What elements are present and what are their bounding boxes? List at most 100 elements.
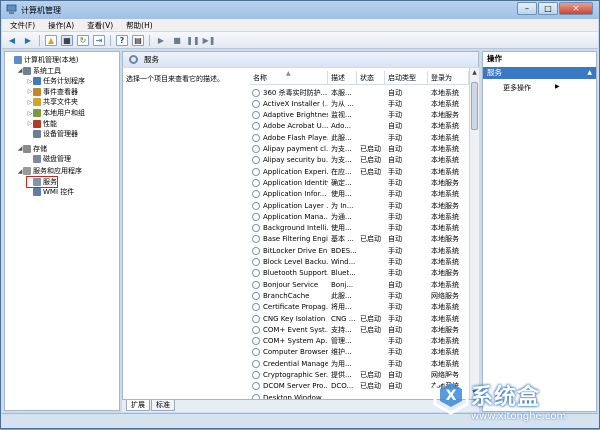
table-row[interactable]: Alipay security bu... 为支... 已启动 自动 本地系统 — [250, 155, 469, 166]
menu-action[interactable]: 操作(A) — [40, 20, 79, 31]
column-description[interactable]: 描述 — [328, 71, 357, 84]
tree-node[interactable]: 服务 — [26, 175, 58, 188]
table-row[interactable]: BranchCache 此服... 手动 网络服务 — [250, 290, 469, 301]
services-header-title: 服务 — [144, 55, 159, 64]
table-row[interactable]: Application Experi... 在应... 已启动 手动 本地系统 — [250, 166, 469, 177]
forward-arrow-icon[interactable]: ▶ — [22, 35, 34, 46]
table-row[interactable]: Certificate Propag... 将用... 手动 本地系统 — [250, 302, 469, 313]
tree-node[interactable]: 设备管理器 — [27, 129, 78, 139]
table-row[interactable]: Application Layer ... 为 In... 手动 本地服务 — [250, 200, 469, 211]
menu-file[interactable]: 文件(F) — [2, 20, 40, 31]
stop-service-icon[interactable]: ■ — [171, 35, 183, 46]
table-row[interactable]: ActiveX Installer (... 为从 ... 手动 本地系统 — [250, 98, 469, 109]
back-arrow-icon[interactable]: ◀ — [6, 35, 18, 46]
table-row[interactable]: Computer Browser 维护... 手动 本地系统 — [250, 347, 469, 358]
table-row[interactable]: Credential Manager 为用... 手动 本地系统 — [250, 358, 469, 369]
service-startup-type: 手动 — [388, 111, 402, 120]
service-description: 使用... — [331, 190, 352, 199]
table-row[interactable]: COM+ System Ap... 管理... 手动 本地系统 — [250, 336, 469, 347]
service-gear-icon — [252, 269, 260, 278]
table-row[interactable]: Block Level Backu... Wind... 手动 本地系统 — [250, 257, 469, 268]
tree-node[interactable]: 磁盘管理 — [27, 154, 71, 164]
service-name-text: Adobe Acrobat U... — [263, 122, 328, 131]
service-name: Application Experi... — [250, 167, 328, 176]
export-list-icon[interactable]: ⇥ — [93, 34, 105, 46]
table-row[interactable]: CNG Key Isolation CNG ... 已启动 手动 本地系统 — [250, 313, 469, 324]
menu-view[interactable]: 查看(V) — [79, 20, 118, 31]
column-startup-type[interactable]: 启动类型 — [385, 71, 428, 84]
tree-node[interactable]: 计算机管理(本地) — [8, 55, 78, 65]
scroll-up-icon[interactable]: ▲ — [470, 69, 479, 78]
table-row[interactable]: Adobe Acrobat U... Ado... 自动 本地系统 — [250, 121, 469, 132]
refresh-icon[interactable]: ↻ — [77, 34, 89, 46]
table-row[interactable]: Application Mana... 为通... 手动 本地系统 — [250, 211, 469, 222]
column-status[interactable]: 状态 — [357, 71, 385, 84]
minimize-button[interactable]: – — [517, 2, 537, 15]
tree-node[interactable]: ◢ 系统工具 — [17, 66, 61, 76]
tree-node[interactable]: ◢ 服务和应用程序 — [17, 166, 82, 176]
pause-service-icon[interactable]: ❚❚ — [186, 35, 199, 46]
service-startup-type: 手动 — [388, 201, 402, 210]
service-name: Certificate Propag... — [250, 303, 328, 312]
up-folder-icon[interactable]: ▲ — [45, 34, 57, 46]
table-row[interactable]: Application Identity 确定... 手动 本地服务 — [250, 177, 469, 188]
table-row[interactable]: COM+ Event Syst... 支持... 已启动 自动 本地服务 — [250, 324, 469, 335]
scroll-thumb[interactable] — [471, 82, 478, 130]
service-gear-icon — [252, 156, 260, 165]
table-row[interactable]: Alipay payment cl... 为支... 已启动 自动 本地系统 — [250, 144, 469, 155]
service-description: 在应... — [331, 167, 352, 176]
show-tree-icon[interactable]: ▦ — [61, 34, 73, 46]
service-log-on-as: 本地系统 — [431, 224, 459, 233]
more-actions-item[interactable]: 更多操作 ▶ — [503, 83, 560, 93]
column-log-on-as[interactable]: 登录为 — [428, 71, 469, 84]
properties-icon[interactable]: ▤ — [132, 34, 144, 46]
tree-node-icon — [23, 167, 31, 175]
service-startup-type: 自动 — [388, 382, 402, 391]
maximize-button[interactable]: □ — [538, 2, 558, 15]
service-log-on-as: 本地服务 — [431, 235, 459, 244]
service-description: Ado... — [331, 122, 351, 131]
tab-standard[interactable]: 标准 — [151, 400, 175, 411]
watermark-logo-icon: X — [433, 375, 469, 415]
tree-node[interactable]: ▷ 性能 — [27, 119, 57, 129]
service-name: Block Level Backu... — [250, 258, 328, 266]
tree-node[interactable]: ▷ 任务计划程序 — [27, 76, 85, 86]
start-service-icon[interactable]: ▶ — [155, 35, 167, 46]
tree-node[interactable]: ▷ 共享文件夹 — [27, 97, 78, 107]
vertical-scrollbar[interactable]: ▲ ▼ — [469, 68, 479, 399]
actions-group-services[interactable]: 服务 ▲ — [483, 67, 596, 79]
services-gear-icon — [129, 55, 138, 64]
table-row[interactable]: Base Filtering Engi... 基本 ... 已启动 自动 本地服务 — [250, 234, 469, 245]
tree-node[interactable]: WMI 控件 — [27, 187, 74, 197]
table-row[interactable]: 360 杀毒实时防护... 本服... 自动 本地系统 — [250, 87, 469, 98]
service-gear-icon — [252, 314, 260, 323]
table-row[interactable]: Adobe Flash Playe... 此服... 手动 本地系统 — [250, 132, 469, 143]
table-row[interactable]: Adaptive Brightness 监视... 手动 本地服务 — [250, 110, 469, 121]
service-status: 已启动 — [360, 235, 381, 244]
table-row[interactable]: Application Infor... 使用... 手动 本地系统 — [250, 189, 469, 200]
service-description: 监视... — [331, 111, 352, 120]
table-row[interactable]: Background Intelli... 使用... 手动 本地系统 — [250, 223, 469, 234]
close-button[interactable]: ✕ — [559, 2, 593, 15]
menu-help[interactable]: 帮助(H) — [118, 20, 158, 31]
service-name-text: Application Mana... — [263, 212, 328, 221]
service-name: Base Filtering Engi... — [250, 235, 328, 244]
service-log-on-as: 本地系统 — [431, 190, 459, 199]
table-row[interactable]: Bluetooth Support... Bluet... 手动 本地服务 — [250, 268, 469, 279]
tree-node[interactable]: ▷ 事件查看器 — [27, 87, 78, 97]
tab-extended[interactable]: 扩展 — [126, 400, 150, 411]
service-gear-icon — [252, 371, 260, 379]
restart-service-icon[interactable]: ▶❚ — [203, 35, 216, 46]
service-gear-icon — [252, 212, 260, 221]
service-startup-type: 手动 — [388, 359, 402, 368]
service-name: BranchCache — [250, 291, 328, 300]
table-row[interactable]: BitLocker Drive En... BDES... 手动 本地系统 — [250, 245, 469, 256]
table-row[interactable]: Bonjour Service Bonj... 自动 本地系统 — [250, 279, 469, 290]
tree-node[interactable]: ▷ 本地用户和组 — [27, 108, 85, 118]
help-icon[interactable]: ? — [116, 34, 128, 46]
service-description: 此服... — [331, 291, 352, 300]
tree-node[interactable]: ◢ 存储 — [17, 144, 47, 154]
service-gear-icon — [252, 382, 260, 391]
service-gear-icon — [252, 258, 260, 266]
service-description: 为从 ... — [331, 99, 354, 108]
